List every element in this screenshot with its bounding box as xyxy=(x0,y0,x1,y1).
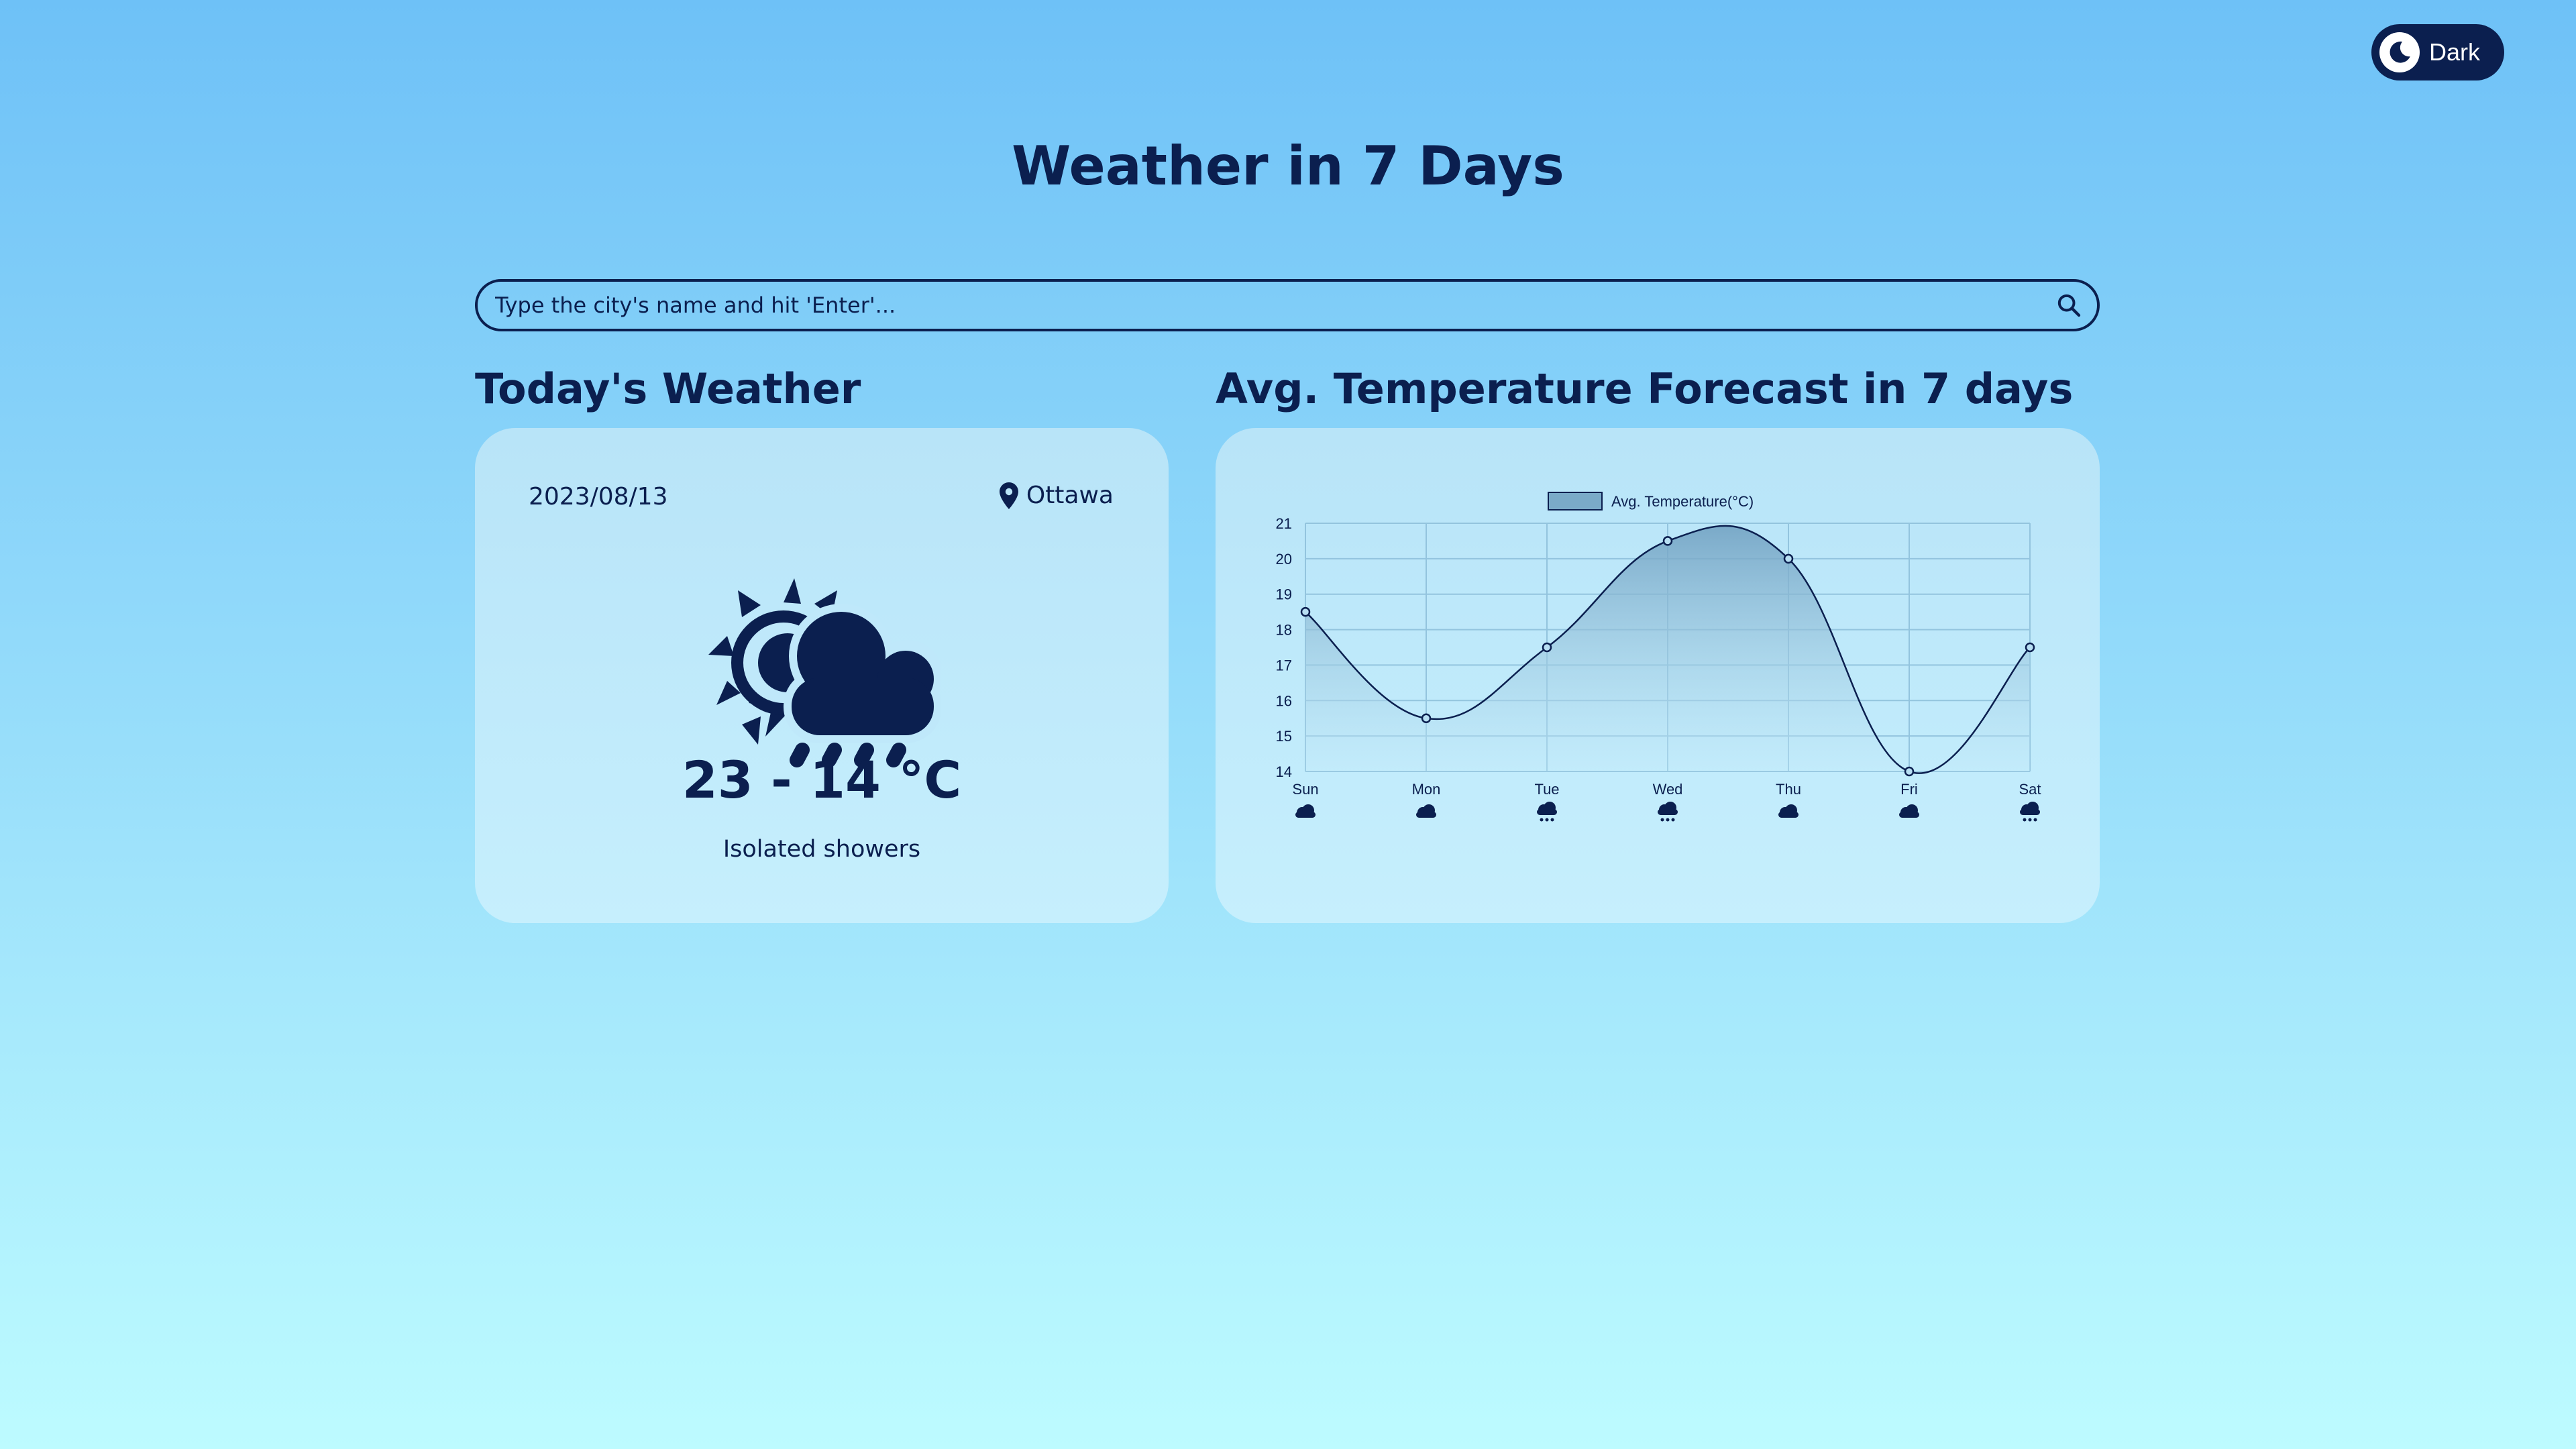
cloud-icon xyxy=(1295,804,1316,818)
cloud-rain-icon xyxy=(1658,802,1678,822)
todays-weather-heading: Today's Weather xyxy=(475,364,861,413)
y-tick-label: 16 xyxy=(1276,692,1292,709)
map-pin-icon xyxy=(999,482,1018,509)
x-tick-label: Wed xyxy=(1653,781,1683,798)
x-tick-label: Sun xyxy=(1292,781,1318,798)
temperature-point[interactable] xyxy=(1542,642,1552,653)
search-icon[interactable] xyxy=(2054,290,2084,320)
weather-condition: Isolated showers xyxy=(722,836,921,863)
page-title: Weather in 7 Days xyxy=(1012,135,1564,197)
cloud-rain-icon xyxy=(2020,802,2040,822)
today-location: Ottawa xyxy=(999,482,1114,509)
city-search-input[interactable] xyxy=(494,292,2054,319)
temperature-point[interactable] xyxy=(1662,536,1673,546)
x-tick-label: Thu xyxy=(1776,781,1801,798)
temperature-forecast-chart: 14 15 16 17 18 19 20 21 Sun Mon Tue Wed Thu Fri Sat A… xyxy=(1276,492,2041,822)
x-tick-label: Tue xyxy=(1534,781,1559,798)
dark-mode-label: Dark xyxy=(2429,38,2481,66)
temperature-range: 23 - 14 °C xyxy=(682,750,962,810)
y-tick-label: 14 xyxy=(1276,763,1292,780)
search-bar xyxy=(475,279,2100,331)
temperature-point[interactable] xyxy=(1421,713,1432,723)
y-tick-label: 19 xyxy=(1276,586,1292,603)
cloud-icon xyxy=(1416,804,1436,818)
cloud-icon xyxy=(1778,804,1799,818)
legend-label[interactable]: Avg. Temperature(°C) xyxy=(1611,493,1754,510)
temperature-point[interactable] xyxy=(1300,606,1311,617)
y-tick-label: 18 xyxy=(1276,622,1292,639)
location-name: Ottawa xyxy=(1026,482,1114,509)
x-tick-label: Sat xyxy=(2019,781,2041,798)
y-tick-label: 20 xyxy=(1276,551,1292,568)
forecast-card: 14 15 16 17 18 19 20 21 Sun Mon Tue Wed Thu Fri Sat A… xyxy=(1216,428,2100,923)
todays-weather-card: 2023/08/13 Ottawa 23 - 14 °C Isolated sh… xyxy=(475,428,1169,923)
legend-swatch[interactable] xyxy=(1548,492,1603,511)
moon-icon xyxy=(2379,32,2420,72)
y-tick-label: 15 xyxy=(1276,728,1292,745)
x-tick-label: Mon xyxy=(1412,781,1441,798)
dark-mode-toggle[interactable]: Dark xyxy=(2371,24,2504,80)
forecast-heading: Avg. Temperature Forecast in 7 days xyxy=(1216,364,2074,413)
cloud-icon xyxy=(1899,804,1919,818)
sun-cloud-rain-icon xyxy=(708,555,943,770)
temperature-point[interactable] xyxy=(1783,553,1794,564)
x-tick-label: Fri xyxy=(1900,781,1918,798)
cloud-rain-icon xyxy=(1537,802,1557,822)
temperature-point[interactable] xyxy=(1904,766,1915,777)
temperature-point[interactable] xyxy=(2025,642,2035,653)
y-tick-label: 17 xyxy=(1276,657,1292,674)
y-tick-label: 21 xyxy=(1276,515,1292,532)
today-date: 2023/08/13 xyxy=(529,483,668,511)
